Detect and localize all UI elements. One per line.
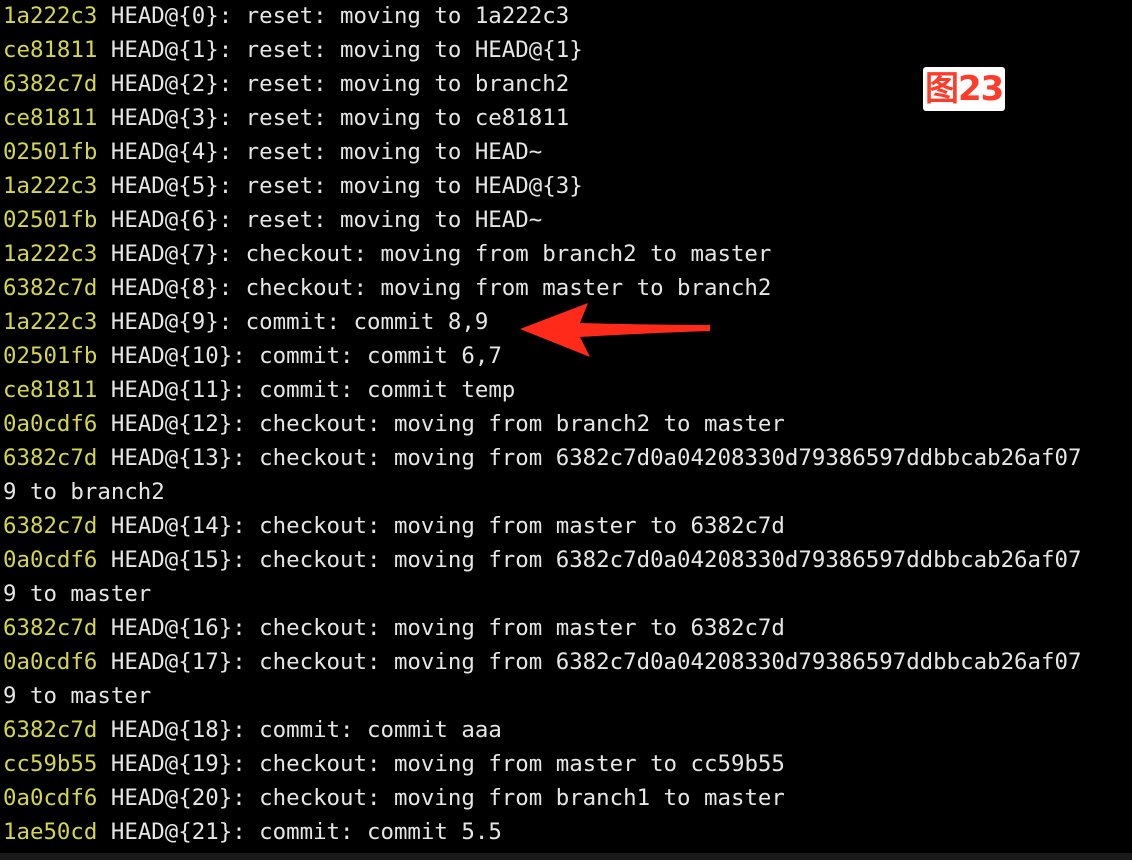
reflog-message: : commit: commit 6,7 — [232, 343, 502, 369]
reflog-line: 6382c7d HEAD@{18}: commit: commit aaa — [3, 713, 502, 747]
reflog-ref: HEAD@{21} — [110, 819, 233, 845]
commit-hash: 0a0cdf6 — [3, 411, 98, 437]
reflog-message: : checkout: moving from 6382c7d0a0420833… — [232, 649, 1082, 675]
reflog-ref: HEAD@{17} — [110, 649, 233, 675]
reflog-ref: HEAD@{1} — [110, 37, 219, 63]
reflog-message: : checkout: moving from branch2 to maste… — [232, 411, 785, 437]
reflog-line: 6382c7d HEAD@{13}: checkout: moving from… — [3, 441, 1081, 475]
commit-hash: ce81811 — [3, 105, 98, 131]
commit-hash: 02501fb — [3, 207, 98, 233]
reflog-ref: HEAD@{0} — [110, 3, 219, 29]
reflog-ref: HEAD@{14} — [110, 513, 233, 539]
reflog-ref: HEAD@{20} — [110, 785, 233, 811]
commit-hash: 6382c7d — [3, 275, 98, 301]
reflog-line: 9 to branch2 — [3, 475, 165, 509]
reflog-line: 0a0cdf6 HEAD@{17}: checkout: moving from… — [3, 645, 1081, 679]
reflog-line: 9 to master — [3, 577, 151, 611]
reflog-line: ce81811 HEAD@{3}: reset: moving to ce818… — [3, 101, 569, 135]
reflog-ref: HEAD@{7} — [110, 241, 219, 267]
commit-hash: 1a222c3 — [3, 3, 98, 29]
reflog-line: 9 to master — [3, 679, 151, 713]
reflog-message: : checkout: moving from branch1 to maste… — [232, 785, 785, 811]
reflog-line: 02501fb HEAD@{10}: commit: commit 6,7 — [3, 339, 502, 373]
reflog-message: : commit: commit 5.5 — [232, 819, 502, 845]
reflog-message: : reset: moving to branch2 — [218, 71, 570, 97]
commit-hash: 02501fb — [3, 343, 98, 369]
reflog-line: 0a0cdf6 HEAD@{15}: checkout: moving from… — [3, 543, 1081, 577]
reflog-ref: HEAD@{9} — [110, 309, 219, 335]
reflog-ref: HEAD@{16} — [110, 615, 233, 641]
reflog-ref: HEAD@{8} — [110, 275, 219, 301]
reflog-message: : reset: moving to HEAD@{3} — [218, 173, 583, 199]
reflog-message: : checkout: moving from branch2 to maste… — [218, 241, 772, 267]
reflog-message: 9 to master — [3, 581, 152, 607]
reflog-message: : checkout: moving from 6382c7d0a0420833… — [232, 547, 1082, 573]
reflog-message: : commit: commit aaa — [232, 717, 502, 743]
commit-hash: 02501fb — [3, 139, 98, 165]
commit-hash: 6382c7d — [3, 513, 98, 539]
red-arrow-left-icon — [520, 303, 710, 357]
reflog-ref: HEAD@{11} — [110, 377, 233, 403]
reflog-ref: HEAD@{12} — [110, 411, 233, 437]
reflog-message: : commit: commit temp — [232, 377, 516, 403]
commit-hash: 0a0cdf6 — [3, 649, 98, 675]
commit-hash: 1a222c3 — [3, 173, 98, 199]
reflog-line: ce81811 HEAD@{11}: commit: commit temp — [3, 373, 515, 407]
figure-label: 图23 — [923, 67, 1006, 111]
reflog-ref: HEAD@{18} — [110, 717, 233, 743]
commit-hash: ce81811 — [3, 37, 98, 63]
commit-hash: 6382c7d — [3, 717, 98, 743]
commit-hash: ce81811 — [3, 377, 98, 403]
commit-hash: 0a0cdf6 — [3, 785, 98, 811]
reflog-ref: HEAD@{4} — [110, 139, 219, 165]
reflog-line: 1a222c3 HEAD@{5}: reset: moving to HEAD@… — [3, 169, 583, 203]
reflog-ref: HEAD@{2} — [110, 71, 219, 97]
reflog-line: 1a222c3 HEAD@{7}: checkout: moving from … — [3, 237, 771, 271]
reflog-message: 9 to master — [3, 683, 152, 709]
commit-hash: cc59b55 — [3, 751, 98, 777]
reflog-message: : checkout: moving from 6382c7d0a0420833… — [232, 445, 1082, 471]
reflog-message: 9 to branch2 — [3, 479, 165, 505]
reflog-ref: HEAD@{13} — [110, 445, 233, 471]
reflog-line: cc59b55 HEAD@{19}: checkout: moving from… — [3, 747, 785, 781]
reflog-line: 0a0cdf6 HEAD@{12}: checkout: moving from… — [3, 407, 785, 441]
reflog-ref: HEAD@{15} — [110, 547, 233, 573]
reflog-message: : checkout: moving from master to 6382c7… — [232, 513, 785, 539]
commit-hash: 6382c7d — [3, 71, 98, 97]
commit-hash: 1a222c3 — [3, 241, 98, 267]
reflog-ref: HEAD@{3} — [110, 105, 219, 131]
reflog-line: 02501fb HEAD@{4}: reset: moving to HEAD~ — [3, 135, 542, 169]
reflog-ref: HEAD@{19} — [110, 751, 233, 777]
reflog-message: : checkout: moving from master to cc59b5… — [232, 751, 785, 777]
reflog-message: : reset: moving to HEAD@{1} — [218, 37, 583, 63]
reflog-line: 02501fb HEAD@{6}: reset: moving to HEAD~ — [3, 203, 542, 237]
commit-hash: 0a0cdf6 — [3, 547, 98, 573]
reflog-line: ce81811 HEAD@{1}: reset: moving to HEAD@… — [3, 33, 583, 67]
reflog-line: 6382c7d HEAD@{14}: checkout: moving from… — [3, 509, 785, 543]
commit-hash: 1ae50cd — [3, 819, 98, 845]
reflog-message: : checkout: moving from master to 6382c7… — [232, 615, 785, 641]
reflog-message: : reset: moving to 1a222c3 — [218, 3, 570, 29]
commit-hash: 6382c7d — [3, 615, 98, 641]
reflog-ref: HEAD@{6} — [110, 207, 219, 233]
reflog-line: 1a222c3 HEAD@{9}: commit: commit 8,9 — [3, 305, 488, 339]
reflog-message: : commit: commit 8,9 — [218, 309, 489, 335]
reflog-message: : reset: moving to HEAD~ — [218, 207, 543, 233]
reflog-message: : reset: moving to HEAD~ — [218, 139, 543, 165]
commit-hash: 6382c7d — [3, 445, 98, 471]
reflog-line: 1ae50cd HEAD@{21}: commit: commit 5.5 — [3, 815, 502, 849]
reflog-line: 1a222c3 HEAD@{0}: reset: moving to 1a222… — [3, 0, 569, 33]
reflog-line: 6382c7d HEAD@{16}: checkout: moving from… — [3, 611, 785, 645]
commit-hash: 1a222c3 — [3, 309, 98, 335]
reflog-ref: HEAD@{10} — [110, 343, 233, 369]
reflog-message: : reset: moving to ce81811 — [218, 105, 570, 131]
reflog-line: 6382c7d HEAD@{2}: reset: moving to branc… — [3, 67, 569, 101]
terminal-bottom-edge — [0, 853, 1132, 860]
reflog-line: 0a0cdf6 HEAD@{20}: checkout: moving from… — [3, 781, 785, 815]
reflog-ref: HEAD@{5} — [110, 173, 219, 199]
terminal-window: 1a222c3 HEAD@{0}: reset: moving to 1a222… — [0, 0, 1132, 860]
